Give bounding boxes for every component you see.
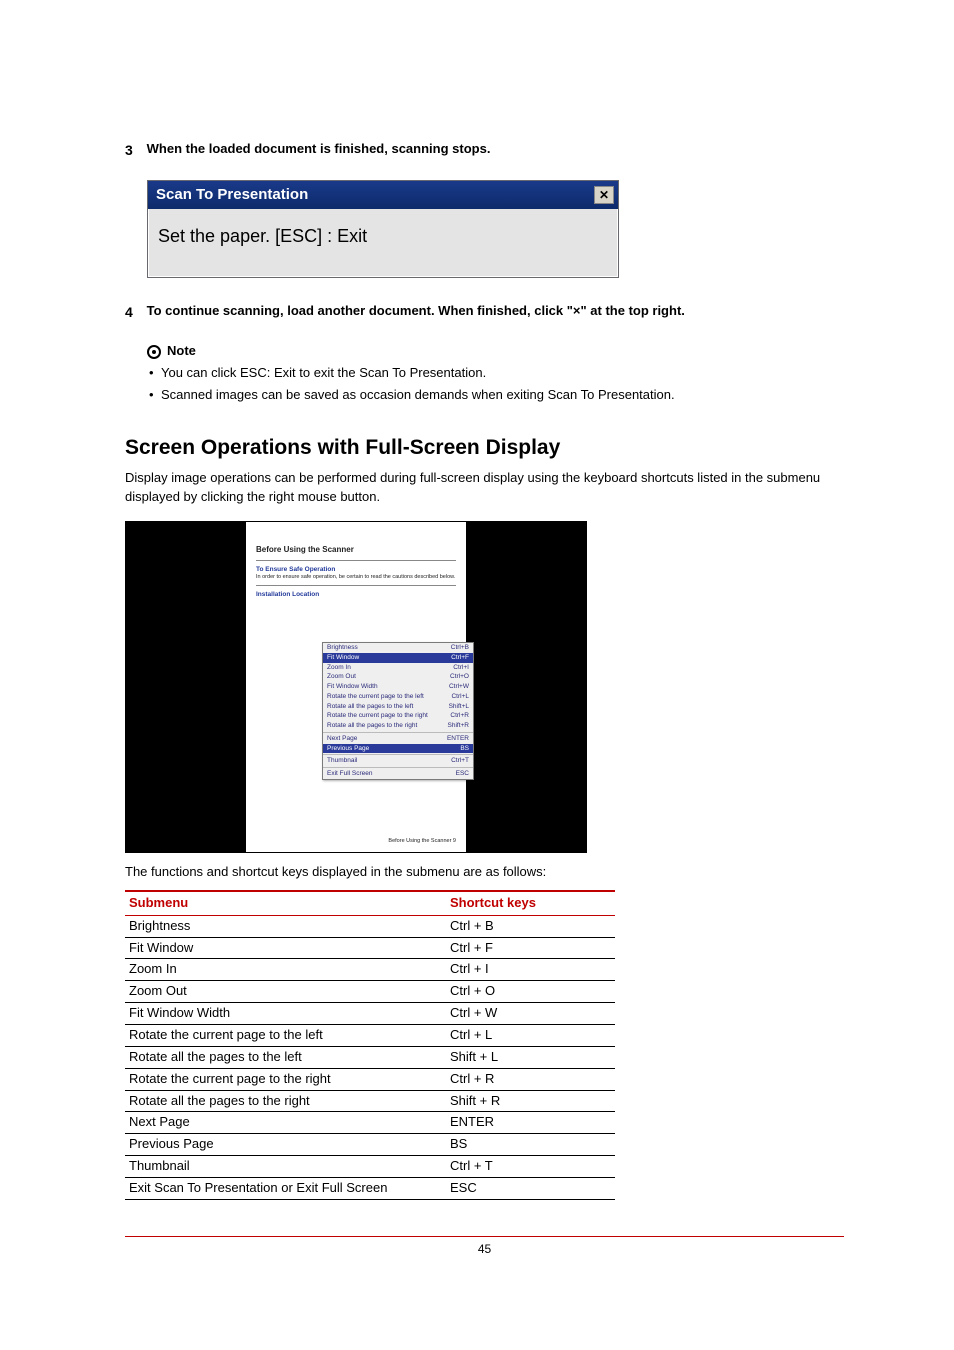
menu-item-rotate-left[interactable]: Rotate the current page to the leftCtrl+… [323, 692, 473, 702]
table-row: Fit WindowCtrl + F [125, 937, 615, 959]
note-item: You can click ESC: Exit to exit the Scan… [161, 364, 844, 383]
step-number: 3 [125, 140, 143, 160]
dialog-titlebar: Scan To Presentation ✕ [148, 181, 618, 209]
menu-item-brightness[interactable]: BrightnessCtrl+B [323, 643, 473, 653]
note-label: Note [167, 342, 196, 361]
table-row: ThumbnailCtrl + T [125, 1156, 615, 1178]
table-row: Rotate the current page to the rightCtrl… [125, 1068, 615, 1090]
note-icon [147, 345, 161, 359]
menu-item-previous-page[interactable]: Previous PageBS [323, 744, 473, 754]
page-number: 45 [125, 1237, 844, 1258]
table-row: Rotate all the pages to the leftShift + … [125, 1046, 615, 1068]
preview-subheading: To Ensure Safe Operation [256, 565, 456, 574]
menu-item-zoom-out[interactable]: Zoom OutCtrl+O [323, 672, 473, 682]
dialog-body-text: Set the paper. [ESC] : Exit [148, 209, 618, 277]
table-row: Zoom InCtrl + I [125, 959, 615, 981]
menu-item-thumbnail[interactable]: ThumbnailCtrl+T [323, 756, 473, 766]
scan-to-presentation-dialog: Scan To Presentation ✕ Set the paper. [E… [147, 180, 619, 278]
step-text: When the loaded document is finished, sc… [147, 140, 842, 159]
menu-item-zoom-in[interactable]: Zoom InCtrl+I [323, 663, 473, 673]
table-row: Previous PageBS [125, 1134, 615, 1156]
fullscreen-screenshot: Before Using the Scanner To Ensure Safe … [125, 521, 587, 853]
menu-item-exit-fullscreen[interactable]: Exit Full ScreenESC [323, 769, 473, 779]
document-preview: Before Using the Scanner To Ensure Safe … [246, 522, 466, 852]
table-row: Rotate all the pages to the rightShift +… [125, 1090, 615, 1112]
table-header-submenu: Submenu [125, 891, 446, 915]
preview-subheading: Installation Location [256, 590, 456, 599]
note-item: Scanned images can be saved as occasion … [161, 386, 844, 405]
section-heading: Screen Operations with Full-Screen Displ… [125, 433, 844, 463]
black-bar-right [466, 522, 586, 852]
table-caption: The functions and shortcut keys displaye… [125, 863, 844, 882]
table-header-shortcut: Shortcut keys [446, 891, 615, 915]
step-3: 3 When the loaded document is finished, … [125, 140, 844, 160]
table-row: BrightnessCtrl + B [125, 915, 615, 937]
menu-item-rotate-all-left[interactable]: Rotate all the pages to the leftShift+L [323, 702, 473, 712]
step-4: 4 To continue scanning, load another doc… [125, 302, 844, 322]
context-menu[interactable]: BrightnessCtrl+B Fit WindowCtrl+F Zoom I… [322, 642, 474, 780]
step-text: To continue scanning, load another docum… [147, 302, 842, 321]
preview-text: In order to ensure safe operation, be ce… [256, 574, 456, 581]
note-list: You can click ESC: Exit to exit the Scan… [147, 364, 844, 405]
preview-footer: Before Using the Scanner 9 [388, 838, 456, 846]
table-row: Next PageENTER [125, 1112, 615, 1134]
menu-item-fit-window[interactable]: Fit WindowCtrl+F [323, 653, 473, 663]
section-paragraph: Display image operations can be performe… [125, 469, 844, 507]
menu-item-next-page[interactable]: Next PageENTER [323, 734, 473, 744]
note-heading: Note [147, 342, 844, 361]
dialog-title-text: Scan To Presentation [156, 184, 308, 206]
menu-item-rotate-right[interactable]: Rotate the current page to the rightCtrl… [323, 711, 473, 721]
menu-item-rotate-all-right[interactable]: Rotate all the pages to the rightShift+R [323, 721, 473, 731]
table-row: Exit Scan To Presentation or Exit Full S… [125, 1177, 615, 1199]
close-icon[interactable]: ✕ [594, 186, 614, 204]
step-number: 4 [125, 302, 143, 322]
menu-item-fit-width[interactable]: Fit Window WidthCtrl+W [323, 682, 473, 692]
table-row: Zoom OutCtrl + O [125, 981, 615, 1003]
table-row: Fit Window WidthCtrl + W [125, 1003, 615, 1025]
document-page: 3 When the loaded document is finished, … [0, 0, 954, 1298]
shortcut-table: Submenu Shortcut keys BrightnessCtrl + B… [125, 890, 615, 1200]
table-row: Rotate the current page to the leftCtrl … [125, 1025, 615, 1047]
preview-heading: Before Using the Scanner [256, 544, 456, 556]
note-block: Note You can click ESC: Exit to exit the… [147, 342, 844, 405]
black-bar-left [126, 522, 246, 852]
